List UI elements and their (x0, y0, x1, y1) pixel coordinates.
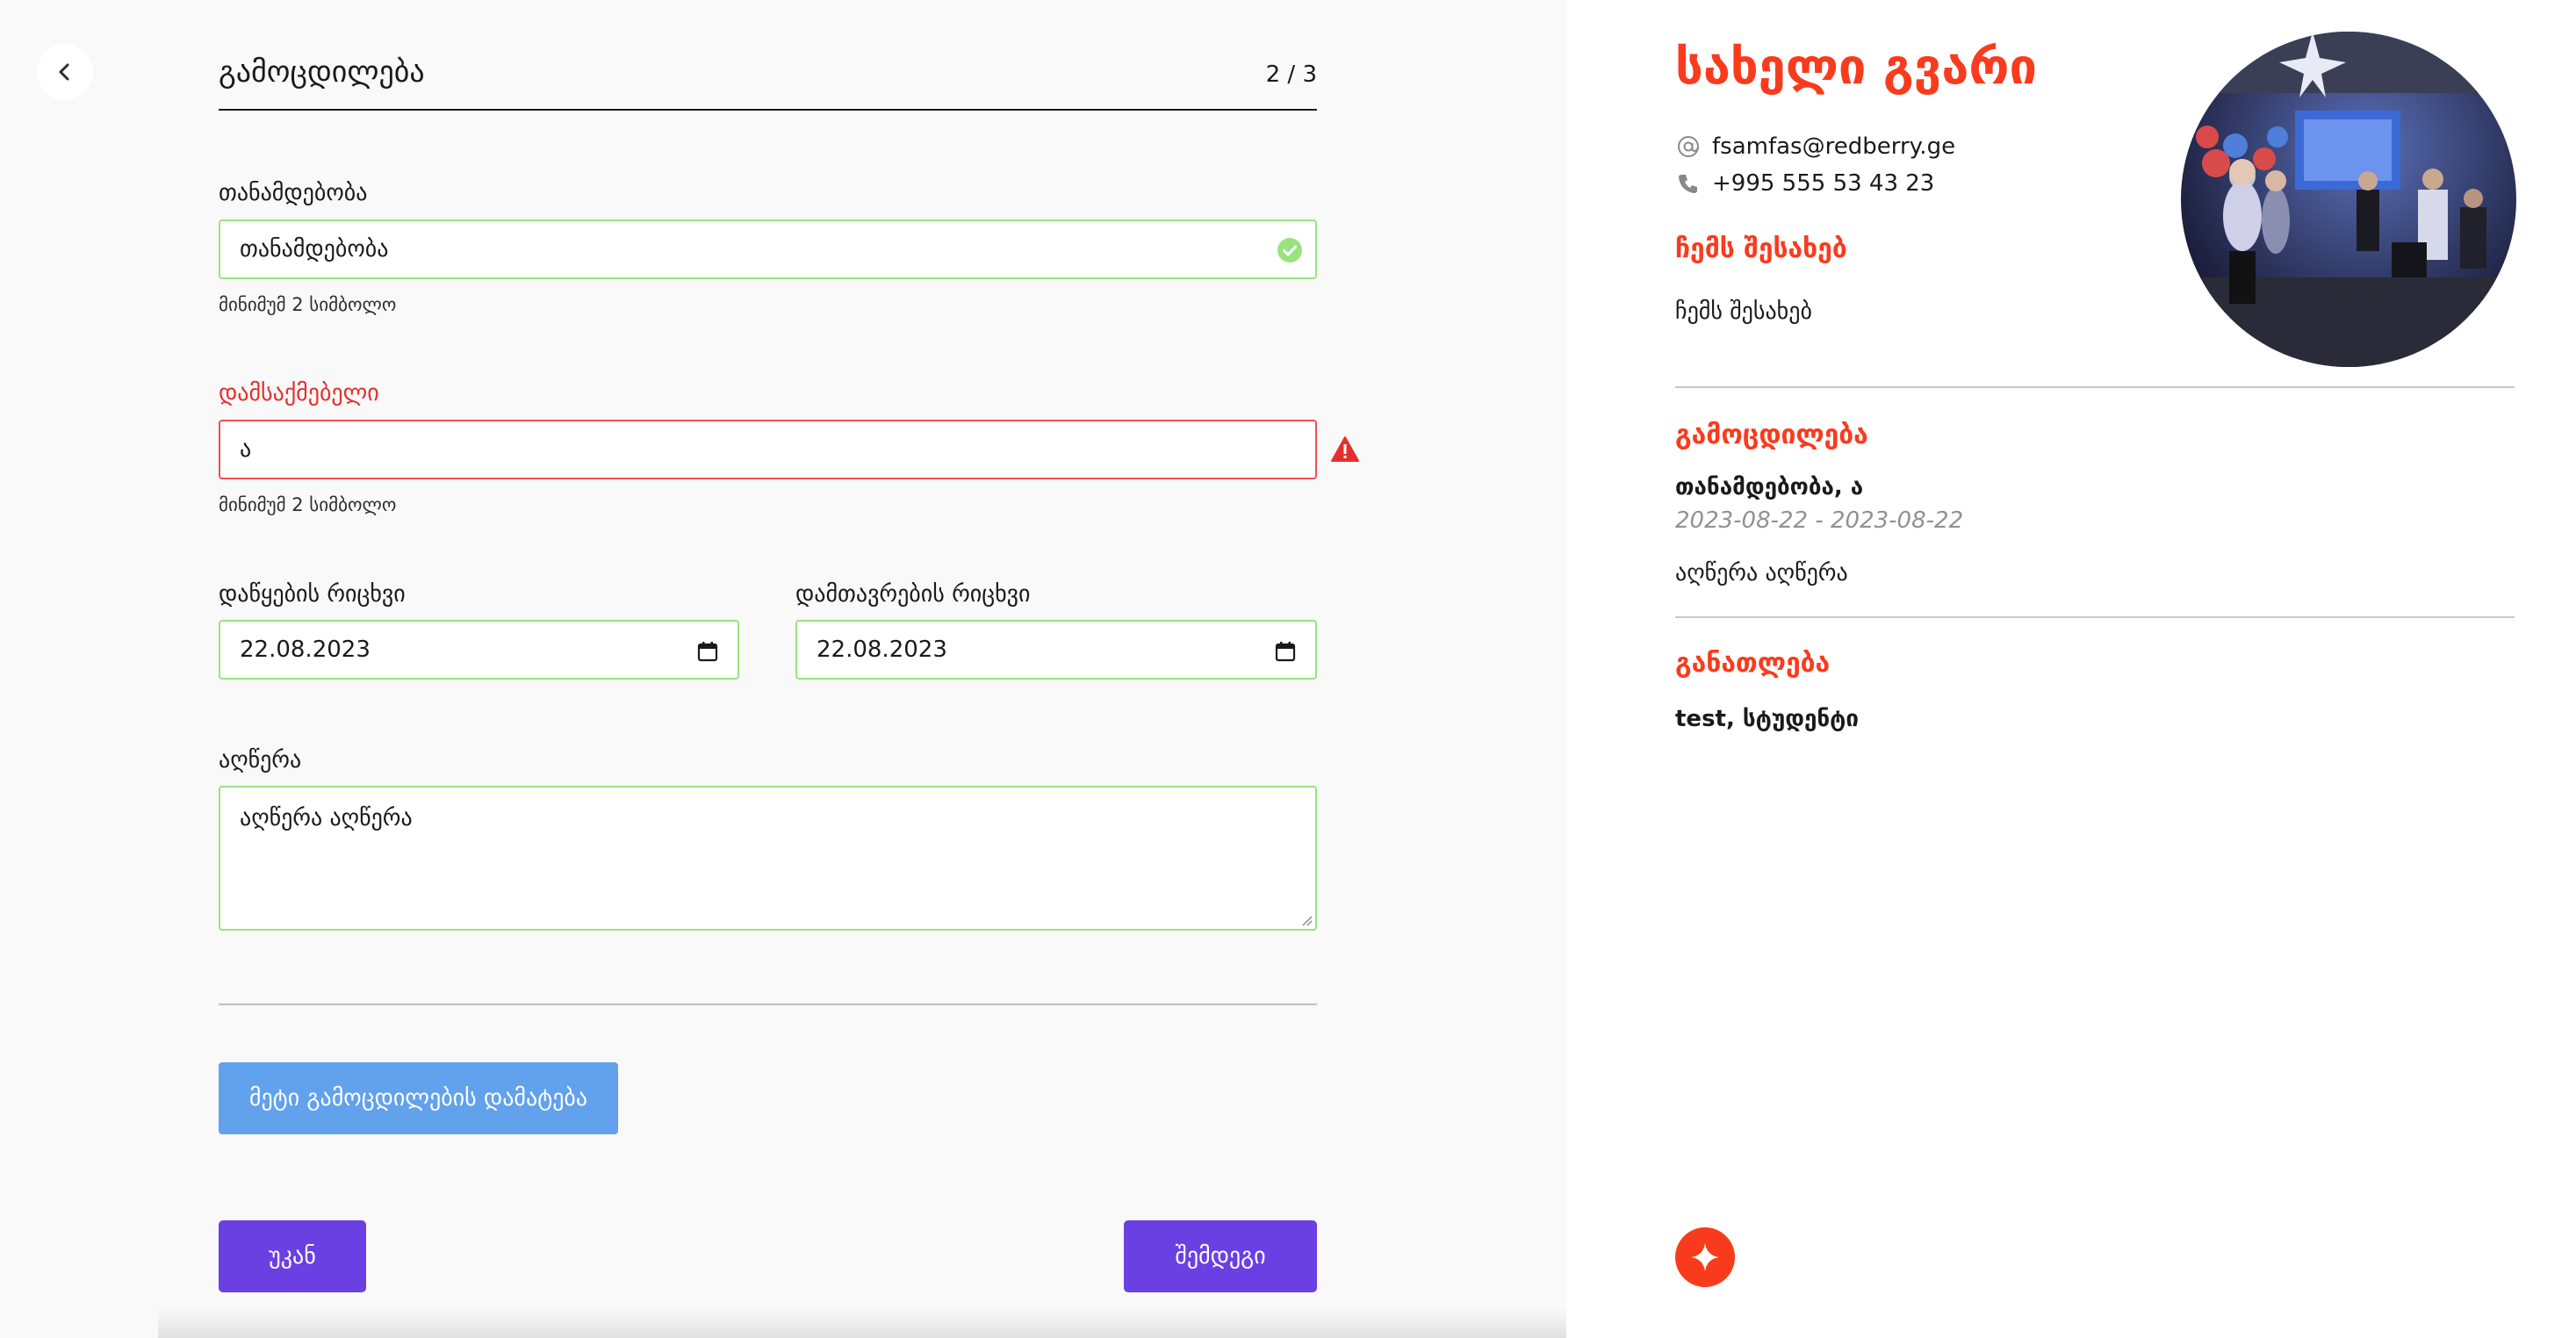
start-date-input[interactable]: 22.08.2023 (219, 620, 739, 680)
start-date-label: დაწყების რიცხვი (219, 581, 406, 608)
resume-phone-row: +995 555 53 43 23 (1675, 170, 1934, 197)
header-divider (219, 109, 1317, 111)
calendar-icon[interactable] (697, 641, 718, 662)
page-title: გამოცდილება (219, 54, 425, 90)
end-date-value: 22.08.2023 (817, 637, 947, 663)
employer-hint: მინიმუმ 2 სიმბოლო (219, 494, 397, 515)
phone-icon (1675, 170, 1702, 197)
bottom-shadow (158, 1308, 1566, 1338)
position-hint: მინიმუმ 2 სიმბოლო (219, 294, 397, 315)
education-title: განათლება (1675, 648, 1831, 679)
resume-divider-2 (1675, 616, 2515, 618)
position-input[interactable]: თანამდებობა (219, 219, 1317, 279)
resume-phone: +995 555 53 43 23 (1712, 170, 1935, 197)
at-icon (1675, 133, 1702, 160)
experience-heading: თანამდებობა, ა (1675, 474, 1864, 500)
start-date-value: 22.08.2023 (240, 637, 371, 663)
employer-input[interactable]: ა (219, 420, 1317, 479)
experience-dates: 2023-08-22 - 2023-08-22 (1675, 507, 1964, 534)
form-panel: გამოცდილება 2 / 3 თანამდებობა თანამდებობ… (0, 0, 1566, 1338)
education-heading: test, სტუდენტი (1675, 706, 1860, 732)
about-text: ჩემს შესახებ (1675, 299, 1812, 325)
resume-name: სახელი გვარი (1675, 39, 2038, 96)
section-divider (219, 1004, 1317, 1005)
star-logo-icon (1675, 1227, 1735, 1287)
resize-handle-icon[interactable] (1298, 911, 1313, 927)
description-label: აღწერა (219, 747, 302, 773)
position-input-value: თანამდებობა (240, 236, 389, 263)
next-button[interactable]: შემდეგი (1124, 1220, 1317, 1292)
check-circle-icon (1277, 238, 1302, 263)
position-label: თანამდებობა (219, 180, 368, 206)
resume-email: fsamfas@redberry.ge (1712, 133, 1956, 160)
profile-photo (2181, 32, 2516, 367)
back-nav-button[interactable] (37, 44, 93, 100)
resume-email-row: fsamfas@redberry.ge (1675, 133, 1955, 160)
end-date-label: დამთავრების რიცხვი (795, 581, 1031, 608)
about-title: ჩემს შესახებ (1675, 234, 1847, 264)
employer-input-value: ა (240, 436, 252, 463)
end-date-input[interactable]: 22.08.2023 (795, 620, 1317, 680)
description-value: აღწერა აღწერა (240, 805, 413, 831)
description-textarea[interactable]: აღწერა აღწერა (219, 786, 1317, 931)
experience-title: გამოცდილება (1675, 420, 1868, 450)
warning-icon (1331, 436, 1359, 462)
step-counter: 2 / 3 (1265, 61, 1317, 88)
calendar-icon[interactable] (1275, 641, 1296, 662)
add-experience-button[interactable]: მეტი გამოცდილების დამატება (219, 1062, 618, 1134)
resume-preview: სახელი გვარი fsamfas@redberry.ge +995 55… (1566, 0, 2576, 1338)
back-button[interactable]: უკან (219, 1220, 366, 1292)
resume-divider-1 (1675, 386, 2515, 388)
employer-label: დამსაქმებელი (219, 380, 379, 406)
chevron-left-icon (59, 63, 69, 81)
experience-description: აღწერა აღწერა (1675, 560, 1848, 586)
